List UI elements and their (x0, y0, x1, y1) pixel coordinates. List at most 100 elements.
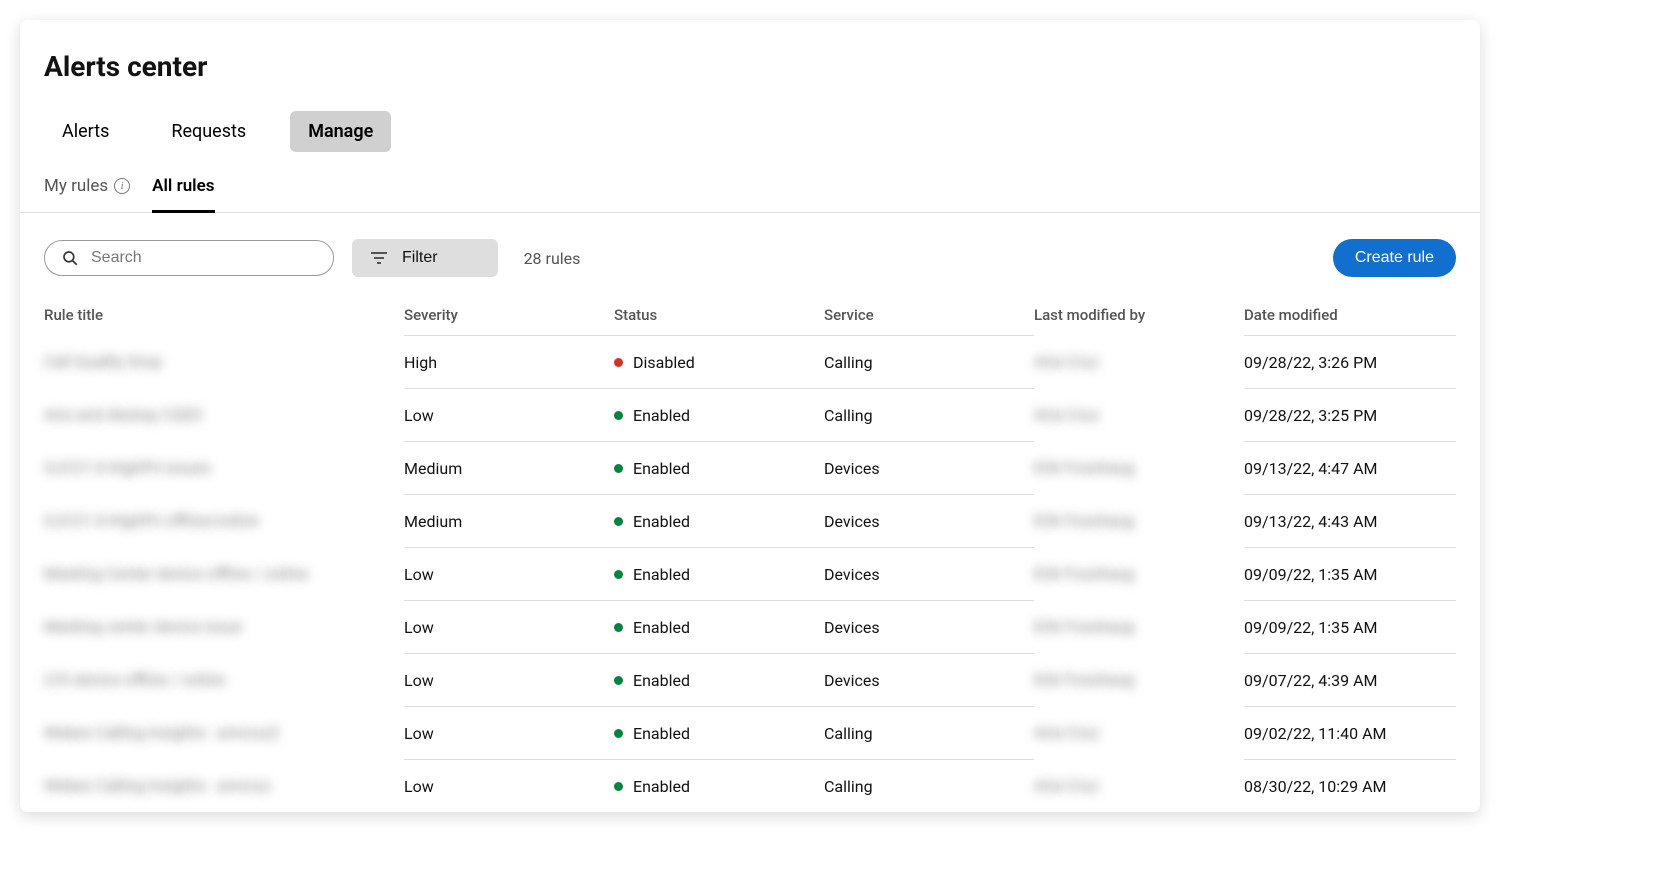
cell-status: Enabled (614, 653, 824, 706)
table-row[interactable]: SJC21-3-HighPri offline/onlineMediumEnab… (20, 494, 1480, 547)
cell-service: Devices (824, 600, 1034, 653)
cell-modified-by: Erik Fosshaug (1034, 653, 1244, 706)
cell-date-modified: 09/13/22, 4:47 AM (1244, 441, 1456, 494)
cell-modified-by: Aria Cruz (1034, 759, 1244, 812)
primary-tabs: Alerts Requests Manage (20, 111, 1480, 152)
cell-modified-by: Aria Cruz (1034, 388, 1244, 441)
create-rule-button[interactable]: Create rule (1333, 239, 1456, 277)
cell-severity: Low (404, 653, 614, 706)
table-body[interactable]: Call Quality DropHighDisabledCallingAria… (20, 335, 1480, 812)
cell-status: Enabled (614, 388, 824, 441)
status-dot-icon (614, 729, 623, 738)
col-status[interactable]: Status (614, 306, 824, 324)
col-modified-by[interactable]: Last modified by (1034, 306, 1244, 324)
sub-tabs: My rules i All rules (20, 168, 1480, 213)
cell-rule-title: Call Quality Drop (44, 335, 404, 388)
cell-status: Disabled (614, 335, 824, 388)
cell-service: Devices (824, 653, 1034, 706)
cell-modified-by: Aria Cruz (1034, 706, 1244, 759)
cell-date-modified: 09/09/22, 1:35 AM (1244, 600, 1456, 653)
cell-modified-by: Aria Cruz (1034, 335, 1244, 388)
tab-manage[interactable]: Manage (290, 111, 391, 152)
toolbar: Filter 28 rules Create rule (20, 213, 1480, 295)
cell-date-modified: 09/02/22, 11:40 AM (1244, 706, 1456, 759)
subtab-all-rules-label: All rules (152, 176, 214, 196)
filter-button[interactable]: Filter (352, 239, 498, 277)
table-row[interactable]: Webex Calling Insights - amcruzLowEnable… (20, 759, 1480, 812)
cell-severity: Medium (404, 441, 614, 494)
cell-severity: Low (404, 547, 614, 600)
filter-label: Filter (402, 249, 438, 267)
cell-service: Devices (824, 494, 1034, 547)
cell-status: Enabled (614, 494, 824, 547)
cell-severity: High (404, 335, 614, 388)
status-dot-icon (614, 411, 623, 420)
cell-service: Calling (824, 759, 1034, 812)
cell-severity: Low (404, 388, 614, 441)
col-severity[interactable]: Severity (404, 306, 614, 324)
status-dot-icon (614, 464, 623, 473)
status-dot-icon (614, 676, 623, 685)
search-input[interactable] (91, 249, 317, 267)
cell-date-modified: 08/30/22, 10:29 AM (1244, 759, 1456, 812)
cell-rule-title: Webex Calling Insights - amcruz2 (44, 706, 404, 759)
table-header-row: Rule title Severity Status Service Last … (20, 295, 1480, 335)
subtab-my-rules-label: My rules (44, 176, 108, 196)
filter-icon (370, 251, 388, 265)
cell-modified-by: Erik Fosshaug (1034, 547, 1244, 600)
subtab-all-rules[interactable]: All rules (152, 168, 214, 213)
cell-date-modified: 09/28/22, 3:25 PM (1244, 388, 1456, 441)
cell-rule-title: Meeting Center device offline / online (44, 547, 404, 600)
cell-service: Calling (824, 335, 1034, 388)
status-dot-icon (614, 358, 623, 367)
cell-service: Calling (824, 706, 1034, 759)
cell-date-modified: 09/13/22, 4:43 AM (1244, 494, 1456, 547)
search-input-wrapper[interactable] (44, 240, 334, 276)
status-dot-icon (614, 782, 623, 791)
cell-modified-by: Erik Fosshaug (1034, 441, 1244, 494)
cell-service: Devices (824, 441, 1034, 494)
search-icon (61, 249, 79, 267)
cell-service: Calling (824, 388, 1034, 441)
rule-count: 28 rules (524, 249, 581, 268)
cell-modified-by: Erik Fosshaug (1034, 494, 1244, 547)
cell-rule-title: SJC21-3-HighPri issues (44, 441, 404, 494)
cell-rule-title: LYS device offline / online (44, 653, 404, 706)
table-row[interactable]: Call Quality DropHighDisabledCallingAria… (20, 335, 1480, 388)
cell-rule-title: Webex Calling Insights - amcruz (44, 759, 404, 812)
cell-severity: Low (404, 600, 614, 653)
cell-rule-title: SJC21-3-HighPri offline/online (44, 494, 404, 547)
cell-date-modified: 09/28/22, 3:26 PM (1244, 335, 1456, 388)
table-row[interactable]: LYS device offline / onlineLowEnabledDev… (20, 653, 1480, 706)
cell-date-modified: 09/09/22, 1:35 AM (1244, 547, 1456, 600)
page-title: Alerts center (20, 44, 1480, 83)
col-rule-title[interactable]: Rule title (44, 306, 404, 324)
cell-rule-title: Meeting center device issue (44, 600, 404, 653)
tab-alerts[interactable]: Alerts (44, 111, 127, 152)
table-row[interactable]: Meeting Center device offline / onlineLo… (20, 547, 1480, 600)
cell-status: Enabled (614, 441, 824, 494)
cell-status: Enabled (614, 547, 824, 600)
cell-date-modified: 09/07/22, 4:39 AM (1244, 653, 1456, 706)
alerts-center-card: Alerts center Alerts Requests Manage My … (20, 20, 1480, 812)
cell-severity: Medium (404, 494, 614, 547)
table-row[interactable]: Meeting center device issueLowEnabledDev… (20, 600, 1480, 653)
tab-requests[interactable]: Requests (153, 111, 264, 152)
table-row[interactable]: Webex Calling Insights - amcruz2LowEnabl… (20, 706, 1480, 759)
table-row[interactable]: Aris and Akshay CQESLowEnabledCallingAri… (20, 388, 1480, 441)
status-dot-icon (614, 517, 623, 526)
cell-status: Enabled (614, 706, 824, 759)
col-service[interactable]: Service (824, 306, 1034, 324)
cell-service: Devices (824, 547, 1034, 600)
cell-status: Enabled (614, 600, 824, 653)
cell-modified-by: Erik Fosshaug (1034, 600, 1244, 653)
status-dot-icon (614, 623, 623, 632)
status-dot-icon (614, 570, 623, 579)
col-date-modified[interactable]: Date modified (1244, 306, 1456, 324)
cell-status: Enabled (614, 759, 824, 812)
cell-rule-title: Aris and Akshay CQES (44, 388, 404, 441)
info-icon[interactable]: i (114, 178, 130, 194)
subtab-my-rules[interactable]: My rules i (44, 168, 130, 213)
table-row[interactable]: SJC21-3-HighPri issuesMediumEnabledDevic… (20, 441, 1480, 494)
cell-severity: Low (404, 706, 614, 759)
